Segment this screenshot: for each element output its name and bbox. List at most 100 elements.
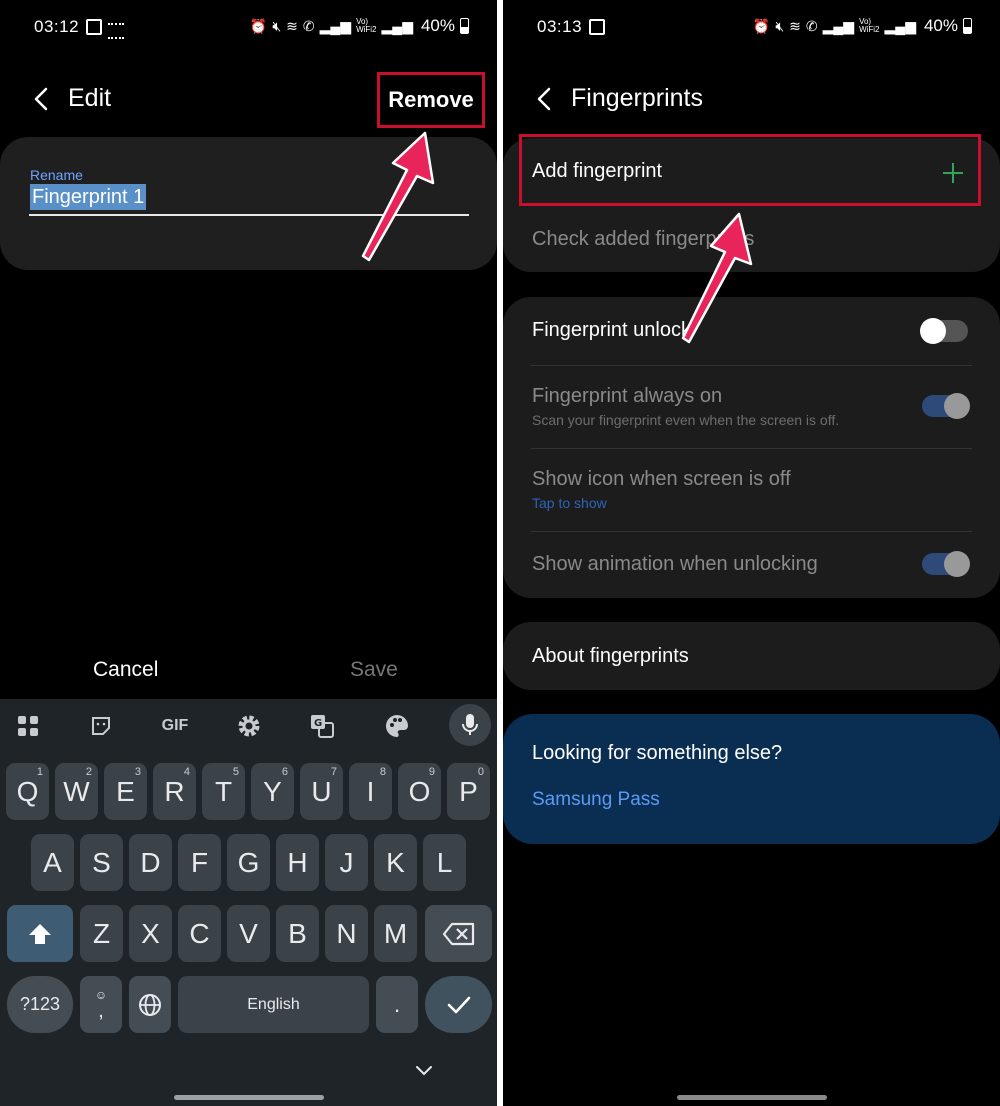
edit-fingerprint-screen: 03:12 ⏰ 🔇︎ ≋ ✆ ▂▄▆ Vo) WiFi2 ▂▄▆ 40% Edit… bbox=[0, 0, 497, 1106]
space-key[interactable]: English bbox=[178, 976, 369, 1033]
language-key[interactable] bbox=[129, 976, 171, 1033]
remove-button[interactable]: Remove bbox=[377, 72, 485, 128]
key-p[interactable]: P0 bbox=[447, 763, 490, 820]
battery-percent: 40% bbox=[923, 16, 958, 35]
about-label: About fingerprints bbox=[532, 645, 689, 667]
setting-row-unlock[interactable]: Fingerprint unlock bbox=[532, 319, 972, 342]
rename-input[interactable]: Fingerprint 1 bbox=[30, 184, 147, 210]
volte-icon: Vo) WiFi2 bbox=[356, 17, 377, 34]
key-t[interactable]: T5 bbox=[202, 763, 245, 820]
key-i[interactable]: I8 bbox=[349, 763, 392, 820]
keyboard-notification-icon bbox=[108, 23, 124, 39]
key-m[interactable]: M bbox=[374, 905, 417, 962]
status-time: 03:12 bbox=[34, 17, 80, 36]
translate-icon[interactable]: G bbox=[307, 711, 337, 741]
app-bar: Fingerprints bbox=[503, 78, 1000, 122]
key-g[interactable]: G bbox=[227, 834, 270, 891]
save-button[interactable]: Save bbox=[350, 658, 398, 682]
key-hint: 4 bbox=[183, 766, 190, 778]
key-hint: 6 bbox=[281, 766, 288, 778]
emoji-comma-key[interactable]: ☺ , bbox=[80, 976, 122, 1033]
key-s[interactable]: S bbox=[80, 834, 123, 891]
shift-key[interactable] bbox=[7, 905, 73, 962]
image-notification-icon bbox=[86, 19, 102, 35]
add-fingerprint-row[interactable]: Add fingerprint bbox=[532, 160, 972, 190]
key-a[interactable]: A bbox=[31, 834, 74, 891]
period-key[interactable]: . bbox=[376, 976, 418, 1033]
settings-card: Fingerprint unlock Fingerprint always on… bbox=[503, 297, 1000, 598]
fingerprint-card: Add fingerprint Check added fingerprints bbox=[503, 134, 1000, 272]
gesture-nav-bar[interactable] bbox=[174, 1095, 324, 1100]
check-fingerprints-label: Check added fingerprints bbox=[532, 228, 755, 250]
check-fingerprints-row[interactable]: Check added fingerprints bbox=[532, 228, 972, 258]
battery-icon bbox=[460, 18, 469, 34]
key-c[interactable]: C bbox=[178, 905, 221, 962]
key-label: U bbox=[311, 775, 332, 807]
suggestion-title: Looking for something else? bbox=[532, 742, 972, 765]
mic-button[interactable] bbox=[449, 704, 491, 746]
volte-icon: Vo) WiFi2 bbox=[859, 17, 880, 34]
fingerprint-unlock-toggle[interactable] bbox=[920, 318, 968, 344]
key-r[interactable]: R4 bbox=[153, 763, 196, 820]
key-x[interactable]: X bbox=[129, 905, 172, 962]
key-u[interactable]: U7 bbox=[300, 763, 343, 820]
key-k[interactable]: K bbox=[374, 834, 417, 891]
gear-icon[interactable] bbox=[234, 711, 264, 741]
battery-icon bbox=[963, 18, 972, 34]
always-on-toggle[interactable] bbox=[922, 393, 970, 419]
key-hint: 1 bbox=[36, 766, 43, 778]
about-card[interactable]: About fingerprints bbox=[503, 622, 1000, 690]
key-h[interactable]: H bbox=[276, 834, 319, 891]
key-v[interactable]: V bbox=[227, 905, 270, 962]
hide-keyboard-chevron-icon[interactable] bbox=[414, 1063, 434, 1077]
key-e[interactable]: E3 bbox=[104, 763, 147, 820]
key-label: I bbox=[366, 775, 375, 807]
palette-icon[interactable] bbox=[382, 711, 412, 741]
key-o[interactable]: O9 bbox=[398, 763, 441, 820]
divider bbox=[531, 531, 972, 532]
setting-row-show-icon[interactable]: Show icon when screen is off Tap to show bbox=[532, 468, 972, 511]
rename-label: Rename bbox=[30, 167, 83, 183]
signal-icon-2: ▂▄▆ bbox=[884, 17, 916, 34]
setting-title: Show icon when screen is off bbox=[532, 468, 791, 490]
backspace-key[interactable] bbox=[425, 905, 492, 962]
symbols-key[interactable]: ?123 bbox=[7, 976, 73, 1033]
signal-icon: ▂▄▆ bbox=[822, 17, 855, 34]
status-icons: ⏰ 🔇︎ ≋ ✆ ▂▄▆ Vo) WiFi2 ▂▄▆ 40% bbox=[753, 16, 972, 36]
gif-label: GIF bbox=[161, 717, 189, 734]
setting-row-always-on[interactable]: Fingerprint always on Scan your fingerpr… bbox=[532, 385, 972, 428]
globe-icon bbox=[139, 993, 161, 1016]
animation-toggle[interactable] bbox=[922, 551, 970, 577]
key-n[interactable]: N bbox=[325, 905, 368, 962]
samsung-pass-link[interactable]: Samsung Pass bbox=[532, 789, 972, 811]
comma-label: , bbox=[98, 999, 104, 1022]
key-z[interactable]: Z bbox=[80, 905, 123, 962]
plus-icon[interactable] bbox=[942, 162, 964, 184]
status-bar: 03:13 ⏰ 🔇︎ ≋ ✆ ▂▄▆ Vo) WiFi2 ▂▄▆ 40% bbox=[503, 14, 1000, 42]
enter-key[interactable] bbox=[425, 976, 492, 1033]
back-arrow-icon[interactable] bbox=[28, 84, 54, 114]
toggle-knob bbox=[944, 551, 970, 577]
key-hint: 2 bbox=[85, 766, 92, 778]
key-d[interactable]: D bbox=[129, 834, 172, 891]
key-j[interactable]: J bbox=[325, 834, 368, 891]
divider bbox=[531, 448, 972, 449]
key-w[interactable]: W2 bbox=[55, 763, 98, 820]
key-f[interactable]: F bbox=[178, 834, 221, 891]
about-row[interactable]: About fingerprints bbox=[532, 645, 972, 668]
cancel-button[interactable]: Cancel bbox=[93, 658, 158, 682]
apps-grid-icon[interactable] bbox=[13, 711, 43, 741]
gesture-nav-bar[interactable] bbox=[677, 1095, 827, 1100]
sticker-icon[interactable] bbox=[86, 711, 116, 741]
setting-row-animation[interactable]: Show animation when unlocking bbox=[532, 553, 972, 576]
key-q[interactable]: Q1 bbox=[6, 763, 49, 820]
key-y[interactable]: Y6 bbox=[251, 763, 294, 820]
key-b[interactable]: B bbox=[276, 905, 319, 962]
back-arrow-icon[interactable] bbox=[531, 84, 557, 114]
fingerprints-screen: 03:13 ⏰ 🔇︎ ≋ ✆ ▂▄▆ Vo) WiFi2 ▂▄▆ 40% Fing… bbox=[503, 0, 1000, 1106]
rename-card: Rename Fingerprint 1 bbox=[0, 137, 497, 270]
key-l[interactable]: L bbox=[423, 834, 466, 891]
gif-button[interactable]: GIF bbox=[160, 711, 190, 741]
key-hint: 8 bbox=[379, 766, 386, 778]
wifi-calling-icon: ✆ bbox=[805, 17, 818, 34]
